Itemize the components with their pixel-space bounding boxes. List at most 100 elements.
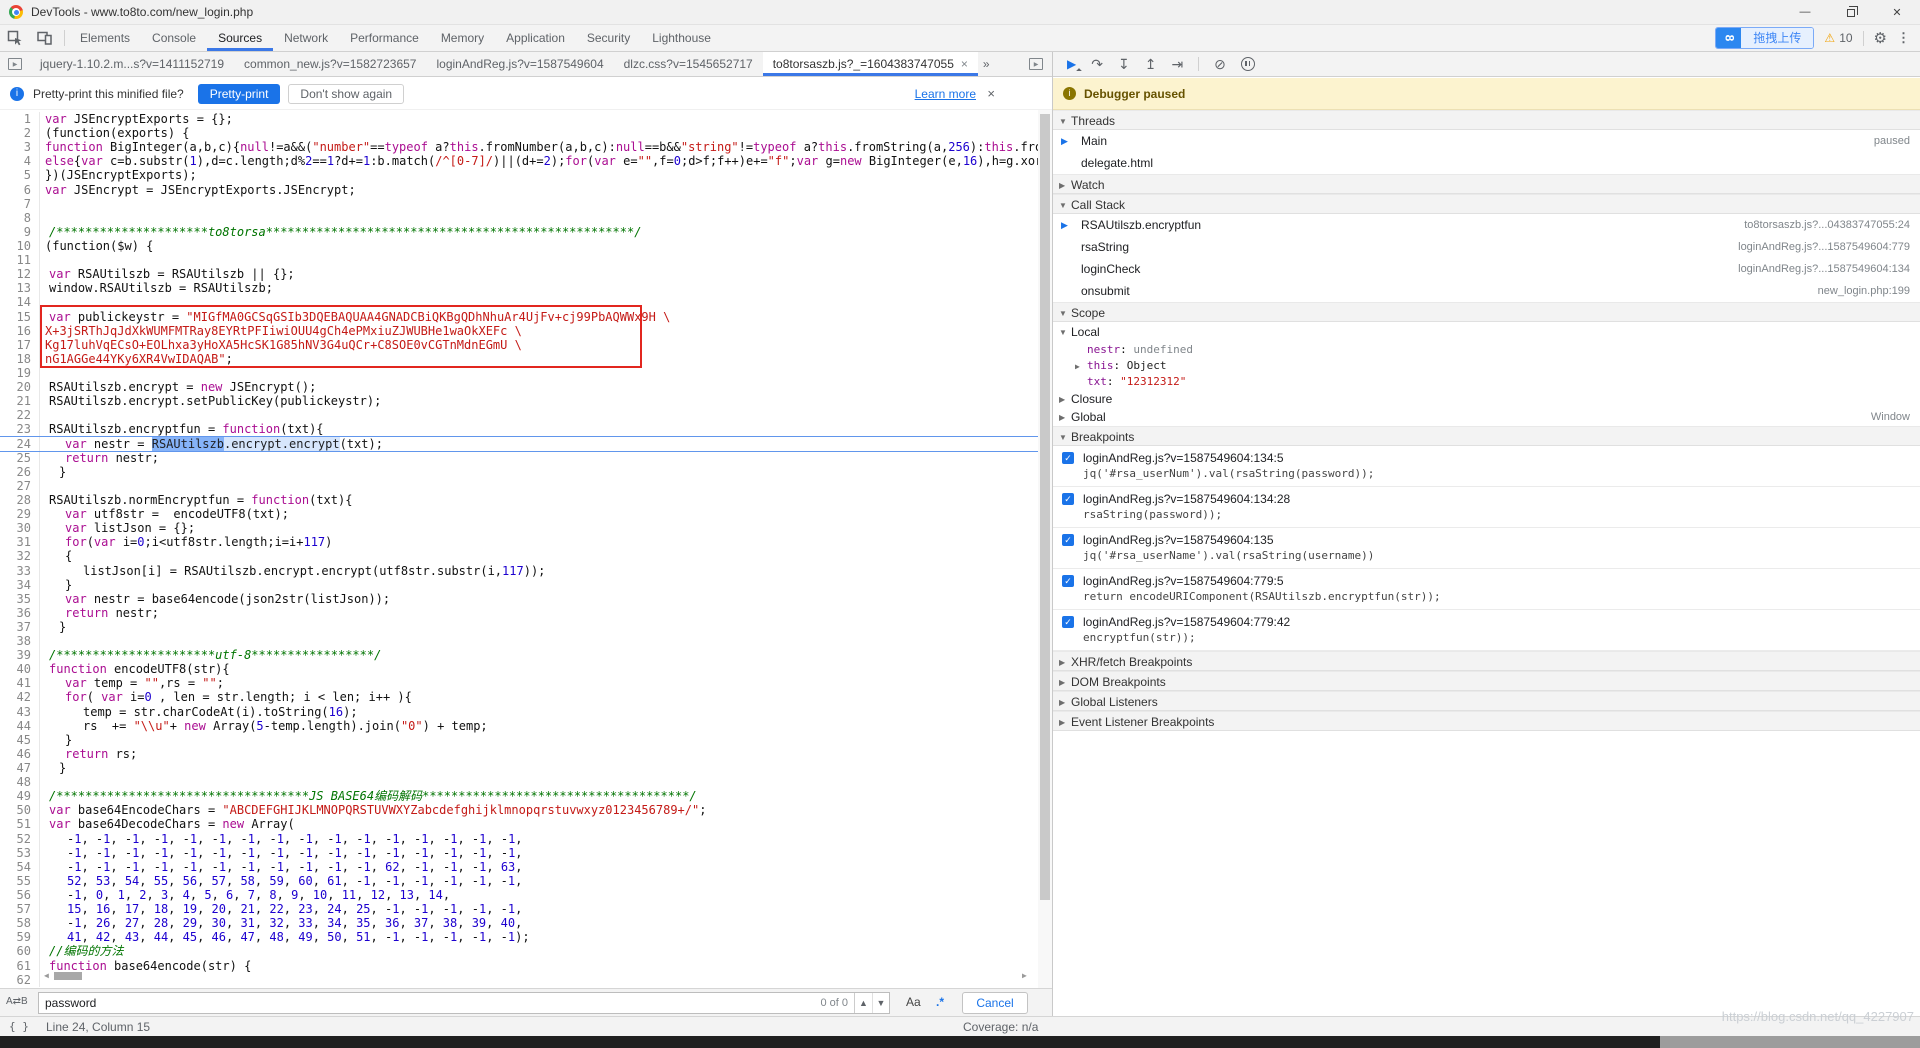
file-tab[interactable]: loginAndReg.js?v=1587549604 bbox=[426, 52, 613, 76]
format-braces-icon[interactable]: { } bbox=[9, 1020, 29, 1033]
thread-item[interactable]: delegate.html bbox=[1053, 152, 1920, 174]
code-line[interactable]: 55 52, 53, 54, 55, 56, 57, 58, 59, 60, 61… bbox=[0, 873, 1038, 889]
code-line[interactable]: 3 function BigInteger(a,b,c){null!=a&&("n… bbox=[0, 140, 1038, 155]
more-options-icon[interactable]: ⋮ bbox=[1897, 30, 1910, 46]
code-line[interactable]: 6 var JSEncrypt = JSEncryptExports.JSEncr… bbox=[0, 182, 1038, 197]
line-number[interactable]: 14 bbox=[0, 295, 40, 310]
warnings-badge[interactable]: ⚠ 10 bbox=[1824, 31, 1852, 45]
line-number[interactable]: 42 bbox=[0, 690, 40, 705]
code-line[interactable]: 36 return nestr; bbox=[0, 605, 1038, 620]
code-line[interactable]: 1 var JSEncryptExports = {}; bbox=[0, 112, 1038, 127]
regex-toggle-button[interactable]: .* bbox=[936, 995, 944, 1009]
code-line[interactable]: 4 else{var c=b.substr(1),d=c.length;d%2==… bbox=[0, 154, 1038, 169]
vertical-scrollbar-thumb[interactable] bbox=[1040, 114, 1050, 900]
code-line[interactable]: 58 -1, 26, 27, 28, 29, 30, 31, 32, 33, 34… bbox=[0, 916, 1038, 931]
code-line[interactable]: 19 bbox=[0, 365, 1038, 381]
code-line[interactable]: 45} bbox=[0, 732, 1038, 747]
line-number[interactable]: 6 bbox=[0, 182, 40, 197]
panel-tab-application[interactable]: Application bbox=[495, 25, 576, 51]
breakpoint-checkbox[interactable]: ✓ bbox=[1062, 575, 1074, 587]
step-out-button[interactable]: ↥ bbox=[1145, 57, 1157, 71]
breakpoint-item[interactable]: ✓ loginAndReg.js?v=1587549604:134:28 rsaSt… bbox=[1053, 487, 1920, 528]
deactivate-breakpoints-button[interactable]: ⊘ bbox=[1214, 57, 1226, 71]
line-number[interactable]: 36 bbox=[0, 605, 40, 620]
code-line[interactable]: 13 window.RSAUtilszb = RSAUtilszb; bbox=[0, 281, 1038, 296]
code-line[interactable]: 25 return nestr; bbox=[0, 450, 1038, 465]
line-number[interactable]: 25 bbox=[0, 450, 40, 465]
scope-section-header[interactable]: ▼ Scope bbox=[1053, 302, 1920, 322]
scope-variable[interactable]: ▶ this: Object bbox=[1053, 358, 1920, 374]
pretty-print-button[interactable]: Pretty-print bbox=[197, 83, 281, 104]
show-navigator-button[interactable]: ▶ bbox=[0, 52, 30, 76]
code-line[interactable]: 23 RSAUtilszb.encryptfun = function(txt){ bbox=[0, 422, 1038, 437]
code-line[interactable]: 31 for(var i=0;i<utf8str.length;i=i+117) bbox=[0, 535, 1038, 550]
line-number[interactable]: 55 bbox=[0, 873, 40, 889]
line-number[interactable]: 4 bbox=[0, 154, 40, 169]
infobar-close-icon[interactable]: × bbox=[987, 86, 995, 101]
code-line[interactable]: 29 var utf8str = encodeUTF8(txt); bbox=[0, 507, 1038, 522]
breakpoints-section-header[interactable]: ▼ Breakpoints bbox=[1053, 426, 1920, 446]
learn-more-link[interactable]: Learn more bbox=[915, 87, 976, 101]
line-number[interactable]: 57 bbox=[0, 902, 40, 917]
settings-gear-icon[interactable]: ⚙ bbox=[1874, 29, 1887, 47]
dont-show-again-button[interactable]: Don't show again bbox=[288, 83, 405, 104]
line-number[interactable]: 16 bbox=[0, 323, 40, 338]
breakpoint-checkbox[interactable]: ✓ bbox=[1062, 493, 1074, 505]
callstack-frame[interactable]: loginCheck loginAndReg.js?...1587549604:1… bbox=[1053, 258, 1920, 280]
code-line[interactable]: 14 bbox=[0, 295, 1038, 310]
line-number[interactable]: 20 bbox=[0, 380, 40, 395]
step-over-button[interactable]: ↷ bbox=[1091, 57, 1103, 71]
line-number[interactable]: 3 bbox=[0, 140, 40, 155]
panel-tab-memory[interactable]: Memory bbox=[430, 25, 495, 51]
code-line[interactable]: 46 return rs; bbox=[0, 746, 1038, 762]
section-header-event-listener-breakpoints[interactable]: ▶ Event Listener Breakpoints bbox=[1053, 711, 1920, 731]
line-number[interactable]: 37 bbox=[0, 619, 40, 635]
line-number[interactable]: 58 bbox=[0, 916, 40, 931]
watch-section-header[interactable]: ▶ Watch bbox=[1053, 174, 1920, 194]
line-number[interactable]: 12 bbox=[0, 267, 40, 282]
line-number[interactable]: 11 bbox=[0, 253, 40, 268]
toggle-debugger-sidebar-button[interactable]: ▶ bbox=[1029, 52, 1052, 76]
file-tab[interactable]: jquery-1.10.2.m...s?v=1411152719 bbox=[30, 52, 234, 76]
line-number[interactable]: 60 bbox=[0, 944, 40, 959]
line-number[interactable]: 28 bbox=[0, 492, 40, 508]
section-header-xhr-fetch-breakpoints[interactable]: ▶ XHR/fetch Breakpoints bbox=[1053, 651, 1920, 671]
code-line[interactable]: 5})(JSEncryptExports); bbox=[0, 168, 1038, 183]
line-number[interactable]: 23 bbox=[0, 422, 40, 437]
step-into-button[interactable]: ↧ bbox=[1118, 57, 1130, 71]
search-input[interactable] bbox=[39, 996, 821, 1010]
code-line[interactable]: 12 var RSAUtilszb = RSAUtilszb || {}; bbox=[0, 267, 1038, 282]
line-number[interactable]: 8 bbox=[0, 210, 40, 225]
line-number[interactable]: 44 bbox=[0, 718, 40, 733]
scope-variable[interactable]: nestr: undefined bbox=[1053, 342, 1920, 358]
callstack-frame[interactable]: onsubmit new_login.php:199 bbox=[1053, 280, 1920, 302]
callstack-frame[interactable]: rsaString loginAndReg.js?...1587549604:77… bbox=[1053, 236, 1920, 258]
line-number[interactable]: 48 bbox=[0, 775, 40, 790]
code-line[interactable]: 56 -1, 0, 1, 2, 3, 4, 5, 6, 7, 8, 9, 10, … bbox=[0, 888, 1038, 903]
line-number[interactable]: 41 bbox=[0, 676, 40, 691]
line-number[interactable]: 53 bbox=[0, 845, 40, 860]
scope-variable[interactable]: txt: "12312312" bbox=[1053, 374, 1920, 390]
line-number[interactable]: 59 bbox=[0, 930, 40, 945]
pause-on-exceptions-button[interactable] bbox=[1240, 57, 1255, 71]
line-number[interactable]: 50 bbox=[0, 803, 40, 818]
inspect-element-button[interactable] bbox=[0, 25, 30, 51]
close-button[interactable]: ✕ bbox=[1874, 0, 1920, 25]
line-number[interactable]: 15 bbox=[0, 309, 40, 324]
code-line[interactable]: 11 bbox=[0, 253, 1038, 268]
breakpoint-checkbox[interactable]: ✓ bbox=[1062, 452, 1074, 464]
line-number[interactable]: 45 bbox=[0, 732, 40, 747]
hscroll-right-arrow[interactable]: ▶ bbox=[1022, 971, 1027, 980]
source-code-editor[interactable]: 1 var JSEncryptExports = {}; 2 (function(ex… bbox=[0, 110, 1038, 988]
breakpoint-item[interactable]: ✓ loginAndReg.js?v=1587549604:135 jq('#rsa… bbox=[1053, 528, 1920, 569]
line-number[interactable]: 24 bbox=[0, 436, 40, 451]
code-line[interactable]: 60 //编码的方法 bbox=[0, 944, 1038, 959]
line-number[interactable]: 38 bbox=[0, 634, 40, 649]
line-number[interactable]: 31 bbox=[0, 535, 40, 550]
code-line[interactable]: 47} bbox=[0, 761, 1038, 776]
code-line[interactable]: 32 { bbox=[0, 549, 1038, 564]
code-line[interactable]: 26} bbox=[0, 464, 1038, 479]
code-line[interactable]: 43 temp = str.charCodeAt(i).toString(16); bbox=[0, 704, 1038, 719]
code-line[interactable]: 35 var nestr = base64encode(json2str(list… bbox=[0, 591, 1038, 606]
file-tab[interactable]: to8torsaszb.js?_=1604383747055 × bbox=[762, 52, 978, 76]
